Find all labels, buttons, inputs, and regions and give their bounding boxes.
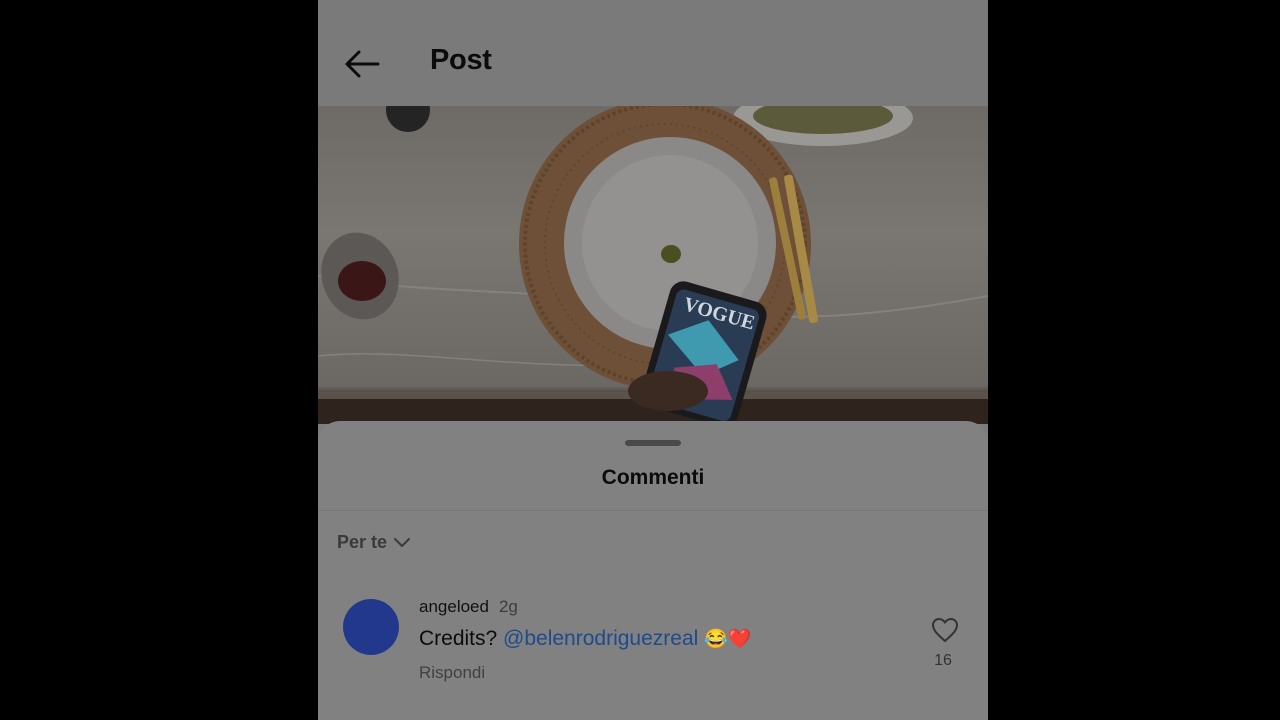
page-title: Post	[430, 44, 492, 76]
sort-dropdown[interactable]: Per te	[337, 532, 411, 553]
comment-body: Credits?	[419, 627, 504, 650]
reply-button[interactable]: Rispondi	[419, 663, 485, 683]
divider	[318, 510, 988, 511]
comment-time: 2g	[498, 597, 518, 616]
sort-label: Per te	[337, 532, 388, 552]
comment-username[interactable]: angeloed	[419, 597, 489, 617]
heart-icon[interactable]	[931, 617, 959, 643]
like-count: 16	[934, 652, 952, 669]
post-image[interactable]: VOGUE	[318, 106, 988, 424]
post-screen: Post VOGUE Commenti Per te angeloed 2g C…	[318, 0, 988, 720]
mention-link[interactable]: @belenrodriguezreal	[503, 627, 698, 650]
letterbox-right	[988, 0, 1280, 720]
comment-item: angeloed 2g Credits? @belenrodriguezreal…	[343, 591, 973, 691]
comment-text: Credits? @belenrodriguezreal 😂❤️	[419, 627, 751, 651]
comment-meta: angeloed 2g	[419, 597, 518, 617]
drag-handle[interactable]	[625, 440, 681, 446]
back-arrow-icon[interactable]	[342, 46, 382, 82]
comments-title: Commenti	[601, 466, 705, 489]
top-bar: Post	[318, 0, 988, 106]
comments-sheet: Commenti Per te angeloed 2g Credits? @be…	[318, 421, 988, 720]
chevron-down-icon	[394, 537, 411, 547]
avatar[interactable]	[343, 599, 399, 655]
letterbox-left	[0, 0, 318, 720]
post-image-illustration: VOGUE	[318, 106, 988, 424]
comment-emoji: 😂❤️	[704, 629, 752, 650]
